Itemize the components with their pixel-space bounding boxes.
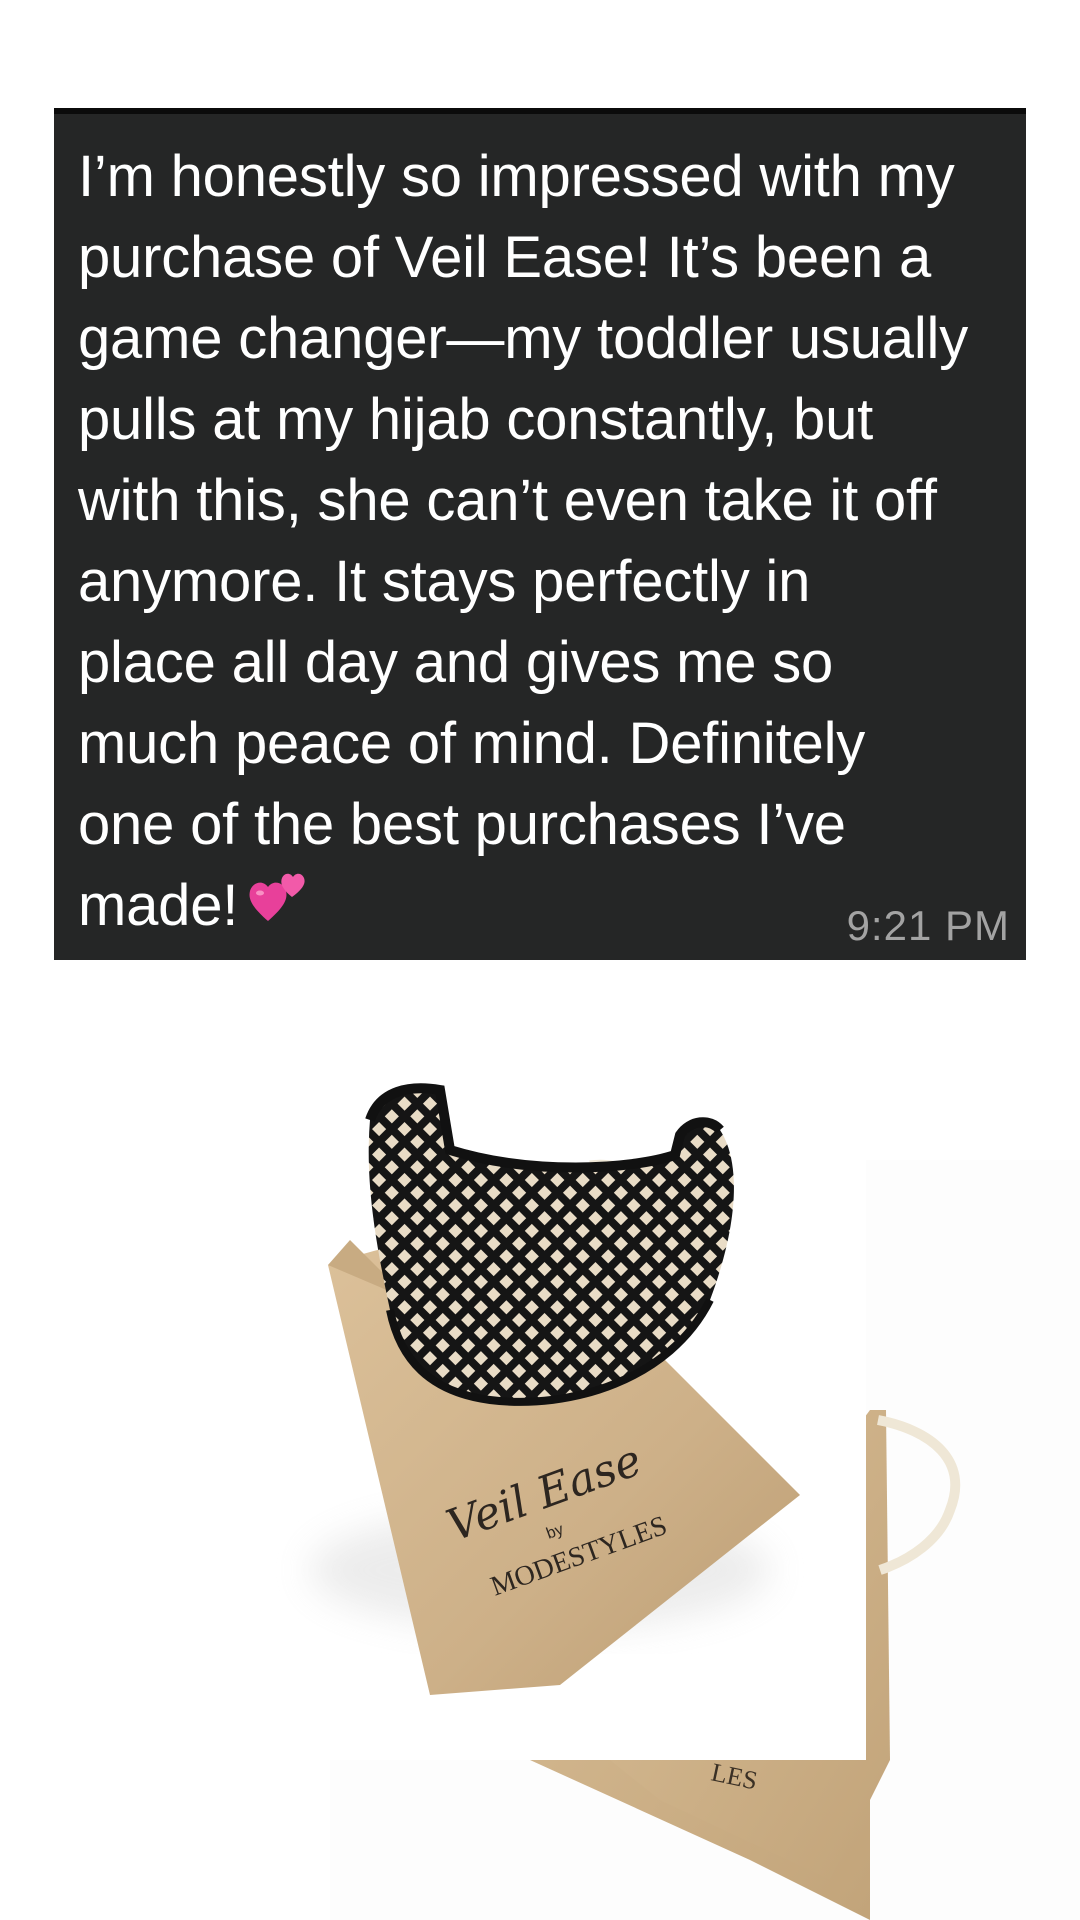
bubble-top-edge xyxy=(54,108,1026,114)
message-bubble[interactable]: I’m honestly so impressed with my purcha… xyxy=(54,108,1026,960)
product-photo-main[interactable]: Veil Ease by MODESTYLES xyxy=(150,1040,866,1760)
message-timestamp: 9:21 PM xyxy=(846,902,1010,949)
message-text: I’m honestly so impressed with my purcha… xyxy=(78,136,1014,950)
two-hearts-icon xyxy=(248,863,312,944)
message-body: I’m honestly so impressed with my purcha… xyxy=(78,144,969,938)
